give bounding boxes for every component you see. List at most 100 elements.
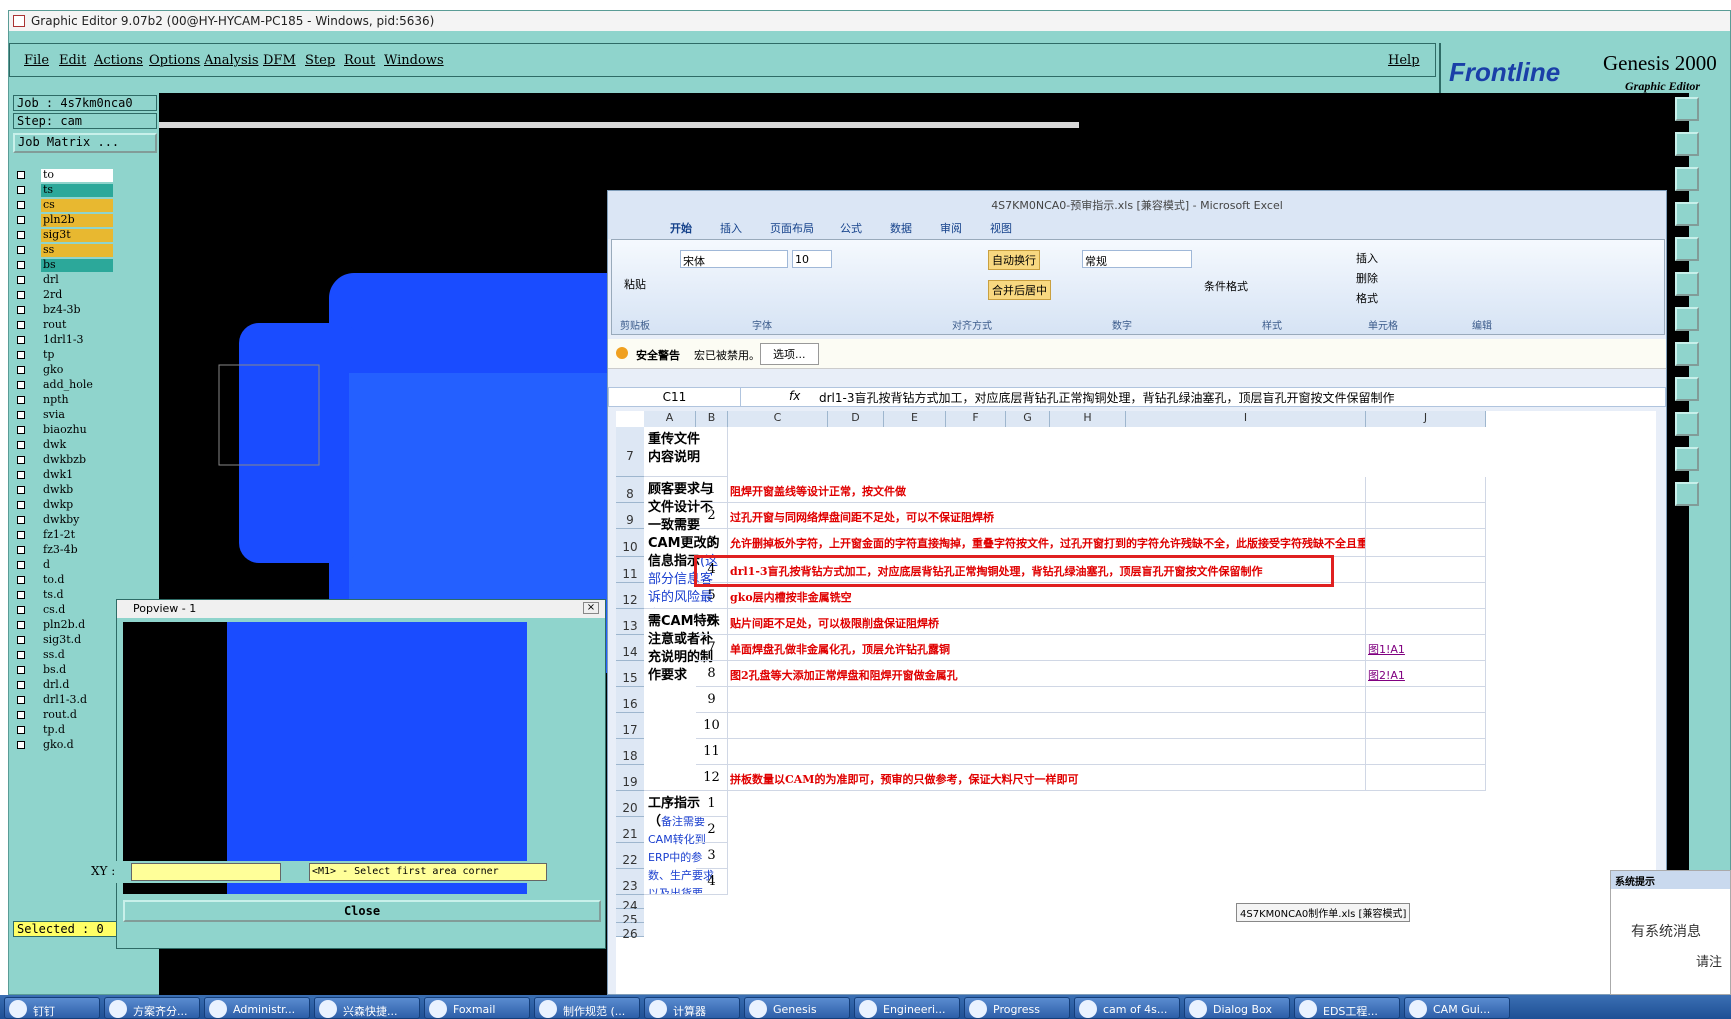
layer-row[interactable]: bz4-3b xyxy=(15,303,125,318)
popview-close-button[interactable]: Close xyxy=(123,900,601,922)
layer-name[interactable]: add_hole xyxy=(41,379,113,392)
column-header[interactable]: C xyxy=(728,411,828,427)
tool-button-icon[interactable] xyxy=(1675,342,1699,366)
layer-row[interactable]: tp.d xyxy=(15,723,125,738)
item-number[interactable]: 7 xyxy=(696,635,728,661)
tool-button-icon[interactable] xyxy=(1675,447,1699,471)
row-header[interactable]: 18 xyxy=(616,739,644,765)
hyperlink[interactable]: 图2!A1 xyxy=(1368,669,1405,682)
layer-row[interactable]: sig3t.d xyxy=(15,633,125,648)
layer-checkbox[interactable] xyxy=(17,696,25,704)
column-header[interactable]: F xyxy=(946,411,1006,427)
menu-rout[interactable]: Rout xyxy=(344,53,375,68)
item-text[interactable] xyxy=(728,687,1366,713)
layer-checkbox[interactable] xyxy=(17,591,25,599)
tool-button-icon[interactable] xyxy=(1675,307,1699,331)
item-text[interactable]: 单面焊盘孔做非金属化孔，顶层允许钻孔露铜 xyxy=(728,635,1366,661)
layer-row[interactable]: tp xyxy=(15,348,125,363)
column-header[interactable]: G xyxy=(1006,411,1050,427)
layer-row[interactable]: rout.d xyxy=(15,708,125,723)
layer-checkbox[interactable] xyxy=(17,651,25,659)
tab-formulas[interactable]: 公式 xyxy=(840,220,862,236)
item-number[interactable]: 3 xyxy=(696,529,728,557)
tab-home[interactable]: 开始 xyxy=(670,220,692,236)
layer-checkbox[interactable] xyxy=(17,606,25,614)
menu-edit[interactable]: Edit xyxy=(59,53,86,68)
item-text[interactable]: 图2孔盘等大添加正常焊盘和阻焊开窗做金属孔 xyxy=(728,661,1366,687)
xy-input[interactable] xyxy=(131,863,281,881)
layer-name[interactable]: d xyxy=(41,559,113,572)
layer-name[interactable]: fz1-2t xyxy=(41,529,113,542)
item-number[interactable]: 6 xyxy=(696,609,728,635)
layer-row[interactable]: 1drl1-3 xyxy=(15,333,125,348)
menu-actions[interactable]: Actions xyxy=(94,53,143,68)
row-header[interactable]: 15 xyxy=(616,661,644,687)
layer-checkbox[interactable] xyxy=(17,396,25,404)
layer-checkbox[interactable] xyxy=(17,201,25,209)
tool-button-icon[interactable] xyxy=(1675,412,1699,436)
layer-row[interactable]: ts.d xyxy=(15,588,125,603)
layer-row[interactable]: dwkb xyxy=(15,483,125,498)
taskbar-item[interactable]: 钉钉 xyxy=(4,997,100,1019)
layer-row[interactable]: rout xyxy=(15,318,125,333)
hyperlink-cell[interactable]: 图1!A1 xyxy=(1366,635,1486,661)
layer-row[interactable]: bs xyxy=(15,258,125,273)
taskbar-item[interactable]: Foxmail xyxy=(424,997,530,1019)
layer-checkbox[interactable] xyxy=(17,261,25,269)
layer-row[interactable]: to xyxy=(15,168,125,183)
section-reupload[interactable]: 重传文件 内容说明 xyxy=(644,427,728,477)
layer-row[interactable]: sig3t xyxy=(15,228,125,243)
number-format-select[interactable]: 常规 xyxy=(1082,250,1192,268)
layer-checkbox[interactable] xyxy=(17,366,25,374)
row-header[interactable]: 16 xyxy=(616,687,644,713)
layer-name[interactable]: drl xyxy=(41,274,113,287)
layer-checkbox[interactable] xyxy=(17,321,25,329)
layer-name[interactable]: rout.d xyxy=(41,709,113,722)
layer-checkbox[interactable] xyxy=(17,291,25,299)
layer-row[interactable]: npth xyxy=(15,393,125,408)
font-select[interactable]: 宋体 xyxy=(680,250,788,268)
taskbar-item[interactable]: 兴森快捷... xyxy=(314,997,420,1019)
layer-name[interactable]: ss xyxy=(41,244,113,257)
tool-button-icon[interactable] xyxy=(1675,167,1699,191)
row-header[interactable]: 25 xyxy=(616,909,644,927)
menu-step[interactable]: Step xyxy=(305,53,335,68)
layer-checkbox[interactable] xyxy=(17,516,25,524)
menu-options[interactable]: Options xyxy=(149,53,200,68)
layer-row[interactable]: to.d xyxy=(15,573,125,588)
layer-row[interactable]: add_hole xyxy=(15,378,125,393)
tool-button-icon[interactable] xyxy=(1675,97,1699,121)
popview-close-icon[interactable]: × xyxy=(583,602,599,614)
layer-checkbox[interactable] xyxy=(17,576,25,584)
options-button[interactable]: 选项... xyxy=(760,343,819,365)
layer-checkbox[interactable] xyxy=(17,741,25,749)
tool-button-icon[interactable] xyxy=(1675,377,1699,401)
layer-name[interactable]: ts.d xyxy=(41,589,113,602)
layer-name[interactable]: rout xyxy=(41,319,113,332)
layer-checkbox[interactable] xyxy=(17,501,25,509)
layer-name[interactable]: dwkp xyxy=(41,499,113,512)
taskbar-item[interactable]: 计算器 xyxy=(644,997,740,1019)
row-header[interactable]: 17 xyxy=(616,713,644,739)
layer-name[interactable]: pln2b.d xyxy=(41,619,113,632)
row-header[interactable]: 8 xyxy=(616,477,644,503)
layer-row[interactable]: ss.d xyxy=(15,648,125,663)
layer-name[interactable]: biaozhu xyxy=(41,424,113,437)
row-header[interactable]: 7 xyxy=(616,427,644,477)
layer-checkbox[interactable] xyxy=(17,351,25,359)
item-number[interactable]: 2 xyxy=(696,503,728,529)
row-header[interactable]: 12 xyxy=(616,583,644,609)
tool-button-icon[interactable] xyxy=(1675,272,1699,296)
layer-checkbox[interactable] xyxy=(17,306,25,314)
taskbar-item[interactable]: Engineeri... xyxy=(854,997,960,1019)
layer-row[interactable]: dwkp xyxy=(15,498,125,513)
layer-row[interactable]: gko.d xyxy=(15,738,125,753)
layer-name[interactable]: ss.d xyxy=(41,649,113,662)
layer-row[interactable]: d xyxy=(15,558,125,573)
layer-checkbox[interactable] xyxy=(17,561,25,569)
layer-name[interactable]: sig3t xyxy=(41,229,113,242)
taskbar-item[interactable]: cam of 4s... xyxy=(1074,997,1180,1019)
layer-checkbox[interactable] xyxy=(17,666,25,674)
menu-help[interactable]: Help xyxy=(1388,53,1420,68)
conditional-format-button[interactable]: 条件格式 xyxy=(1204,278,1248,294)
